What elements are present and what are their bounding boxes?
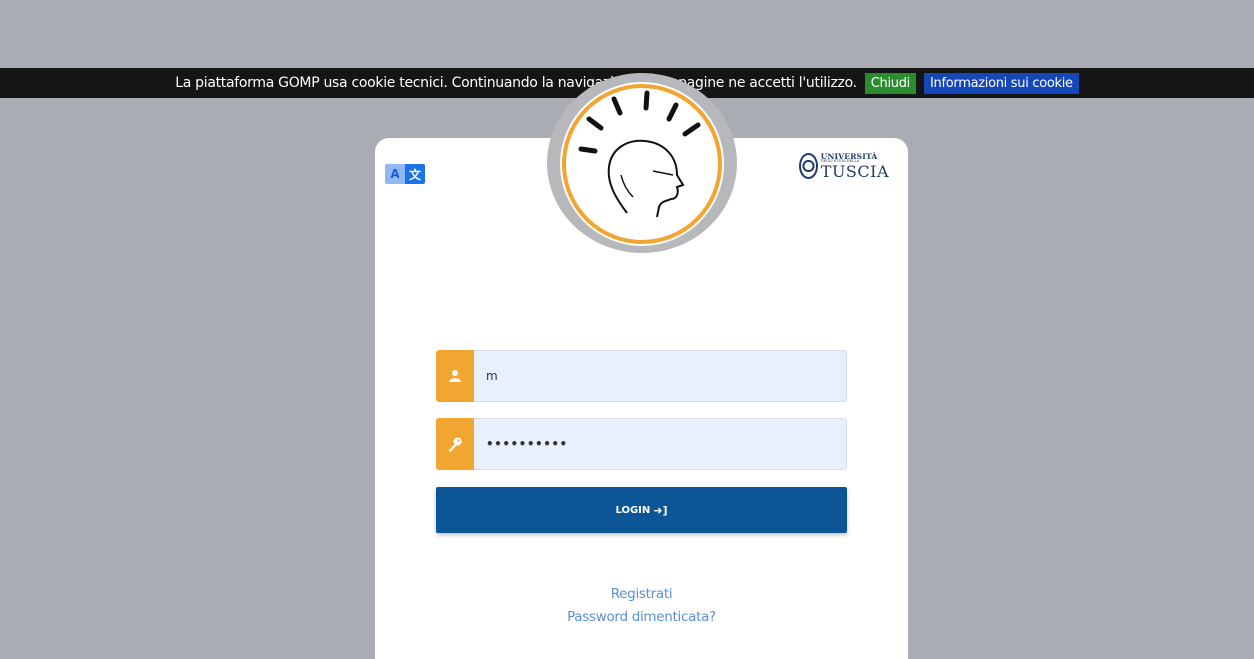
username-input[interactable] — [474, 350, 847, 402]
university-logo-line3: TUSCIA — [820, 161, 889, 181]
translate-icon-right: 文 — [405, 164, 425, 184]
sign-in-icon: ➜] — [653, 503, 668, 517]
page: La piattaforma GOMP usa cookie tecnici. … — [0, 0, 1254, 659]
password-input[interactable] — [474, 418, 847, 470]
translate-icon-left: A — [385, 164, 405, 184]
university-seal-icon — [799, 153, 818, 179]
register-link[interactable]: Registrati — [436, 586, 847, 602]
username-group — [436, 350, 847, 402]
password-group — [436, 418, 847, 470]
cookie-info-button[interactable]: Informazioni sui cookie — [923, 72, 1079, 94]
head-idea-icon — [560, 82, 724, 246]
key-icon — [436, 418, 474, 470]
forgot-password-link[interactable]: Password dimenticata? — [436, 609, 847, 625]
user-icon — [436, 350, 474, 402]
close-cookie-button[interactable]: Chiudi — [864, 72, 916, 94]
login-button[interactable]: LOGIN ➜] — [436, 487, 847, 533]
university-logo: UNIVERSITÀ DEGLI STUDI DELLA TUSCIA — [799, 148, 889, 184]
gomp-logo — [547, 73, 737, 253]
cookie-banner-text: La piattaforma GOMP usa cookie tecnici. … — [175, 75, 857, 91]
translate-icon[interactable]: A 文 — [385, 164, 425, 184]
login-button-label: LOGIN — [615, 504, 651, 516]
